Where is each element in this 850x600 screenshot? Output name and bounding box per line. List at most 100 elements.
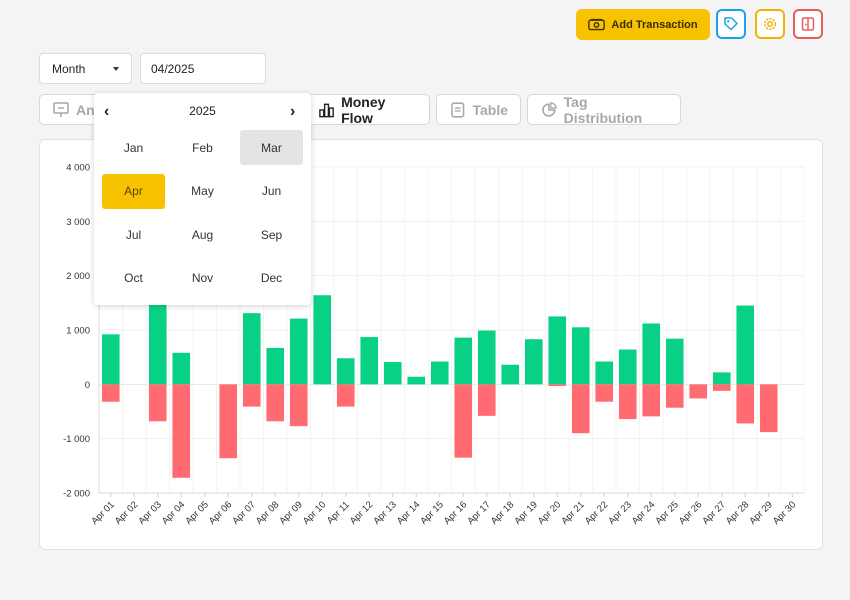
- income-bar: [618, 349, 637, 385]
- income-bar: [501, 364, 520, 385]
- month-option-dec[interactable]: Dec: [240, 261, 303, 296]
- x-tick-label: Apr 16: [442, 499, 470, 527]
- add-transaction-label: Add Transaction: [611, 18, 698, 31]
- x-tick-label: Apr 12: [348, 499, 376, 527]
- expense-bar: [571, 384, 590, 434]
- expense-bar: [712, 384, 731, 391]
- income-bar: [524, 339, 543, 385]
- x-tick-label: Apr 25: [653, 499, 681, 527]
- x-tick-label: Apr 08: [254, 499, 282, 527]
- expense-bar: [242, 384, 261, 407]
- tags-button[interactable]: [716, 9, 746, 39]
- income-bar: [548, 316, 567, 385]
- expense-bar: [266, 384, 285, 422]
- expense-bar: [148, 384, 167, 422]
- month-option-may[interactable]: May: [171, 174, 234, 209]
- logout-icon: [801, 17, 815, 31]
- month-picker-popup: ‹ 2025 › Jan Feb Mar Apr May Jun Jul Aug Sep Oct N…: [94, 93, 311, 305]
- x-tick-label: Apr 21: [559, 499, 587, 527]
- month-option-mar[interactable]: Mar: [240, 130, 303, 165]
- x-tick-label: Apr 02: [113, 499, 141, 527]
- period-select[interactable]: Month: [39, 53, 132, 84]
- x-tick-label: Apr 23: [606, 499, 634, 527]
- x-tick-label: Apr 04: [160, 499, 188, 527]
- income-bar: [266, 347, 285, 385]
- expense-bar: [618, 384, 637, 420]
- tab-table-label: Table: [472, 101, 508, 118]
- income-bar: [571, 327, 590, 385]
- y-tick-label: 4 000: [66, 163, 90, 174]
- settings-button[interactable]: [755, 9, 785, 39]
- add-transaction-button[interactable]: Add Transaction: [576, 9, 710, 40]
- month-option-oct[interactable]: Oct: [102, 261, 165, 296]
- month-option-jan[interactable]: Jan: [102, 130, 165, 165]
- x-tick-label: Apr 05: [183, 499, 211, 527]
- x-tick-label: Apr 14: [395, 499, 423, 527]
- x-tick-label: Apr 01: [89, 499, 117, 527]
- income-bar: [454, 337, 473, 385]
- income-bar: [665, 338, 684, 385]
- month-option-sep[interactable]: Sep: [240, 217, 303, 252]
- income-bar: [360, 337, 379, 385]
- expense-bar: [219, 384, 238, 459]
- x-tick-label: Apr 07: [230, 499, 258, 527]
- income-bar: [430, 361, 449, 385]
- x-tick-label: Apr 03: [136, 499, 164, 527]
- expense-bar: [172, 384, 191, 478]
- money-icon: [588, 18, 606, 31]
- expense-bar: [595, 384, 614, 402]
- date-input-value: 04/2025: [151, 61, 195, 76]
- expense-bar: [689, 384, 708, 399]
- expense-bar: [289, 384, 308, 427]
- expense-bar: [101, 384, 120, 402]
- month-option-feb[interactable]: Feb: [171, 130, 234, 165]
- tab-tag-distribution-label: Tag Distribution: [563, 93, 643, 126]
- y-tick-label: 2 000: [66, 271, 90, 282]
- income-bar: [313, 295, 332, 385]
- income-bar: [148, 305, 167, 385]
- gear-icon: [764, 18, 776, 30]
- income-bar: [595, 361, 614, 385]
- bar-chart-icon: [319, 103, 334, 117]
- expense-bar: [477, 384, 496, 416]
- expense-bar: [665, 384, 684, 408]
- x-tick-label: Apr 29: [747, 499, 775, 527]
- month-option-jun[interactable]: Jun: [240, 174, 303, 209]
- income-bar: [289, 318, 308, 385]
- income-bar: [383, 362, 402, 385]
- document-icon: [451, 101, 465, 118]
- x-tick-label: Apr 27: [700, 499, 728, 527]
- month-option-jul[interactable]: Jul: [102, 217, 165, 252]
- month-picker-year: 2025: [189, 104, 216, 118]
- income-bar: [407, 376, 426, 385]
- month-option-aug[interactable]: Aug: [171, 217, 234, 252]
- x-tick-label: Apr 13: [371, 499, 399, 527]
- tab-tag-distribution[interactable]: Tag Distribution: [527, 93, 681, 126]
- month-option-nov[interactable]: Nov: [171, 261, 234, 296]
- income-bar: [242, 313, 261, 385]
- month-option-apr[interactable]: Apr: [102, 173, 165, 209]
- tab-money-flow[interactable]: Money Flow: [305, 93, 430, 126]
- period-select-value: Month: [52, 61, 86, 76]
- x-tick-label: Apr 11: [325, 499, 352, 526]
- tab-table[interactable]: Table: [436, 94, 521, 125]
- tag-icon: [724, 17, 738, 31]
- y-tick-label: -2 000: [63, 489, 90, 500]
- x-tick-label: Apr 15: [418, 499, 446, 527]
- presentation-icon: [53, 101, 69, 117]
- x-tick-label: Apr 09: [277, 499, 305, 527]
- income-bar: [336, 358, 355, 385]
- date-input[interactable]: 04/2025: [140, 53, 266, 84]
- next-year-icon[interactable]: ›: [290, 103, 295, 121]
- income-bar: [477, 330, 496, 385]
- logout-button[interactable]: [793, 9, 823, 39]
- income-bar: [712, 372, 731, 385]
- tab-money-flow-label: Money Flow: [341, 93, 386, 126]
- x-tick-label: Apr 19: [512, 499, 540, 527]
- expense-bar: [736, 384, 755, 424]
- x-tick-label: Apr 18: [489, 499, 517, 527]
- x-tick-label: Apr 24: [630, 499, 658, 527]
- expense-bar: [454, 384, 473, 458]
- x-tick-label: Apr 17: [465, 499, 493, 527]
- y-tick-label: 0: [85, 380, 90, 391]
